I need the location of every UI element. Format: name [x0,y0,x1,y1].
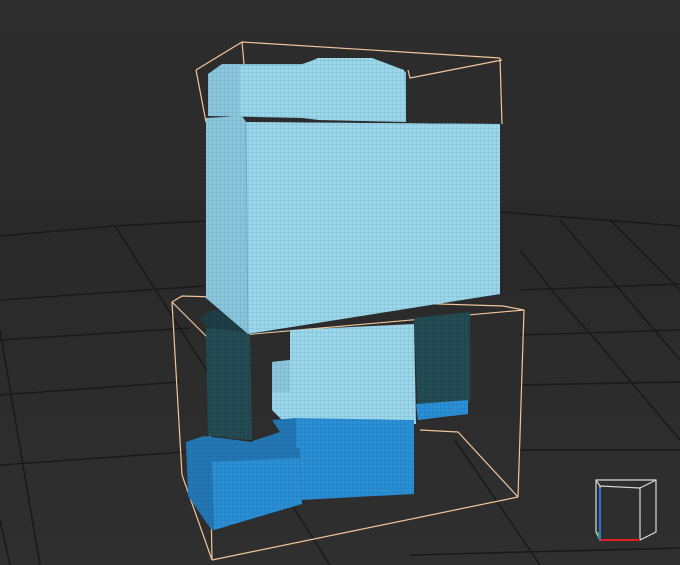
3d-viewport[interactable] [0,0,680,565]
torso[interactable] [272,324,416,426]
gizmo-frame [595,479,657,541]
right-arm[interactable] [414,312,470,420]
gizmo-cube-icon[interactable] [586,474,666,544]
orientation-gizmo[interactable] [586,474,666,544]
scene-canvas[interactable] [0,0,680,565]
